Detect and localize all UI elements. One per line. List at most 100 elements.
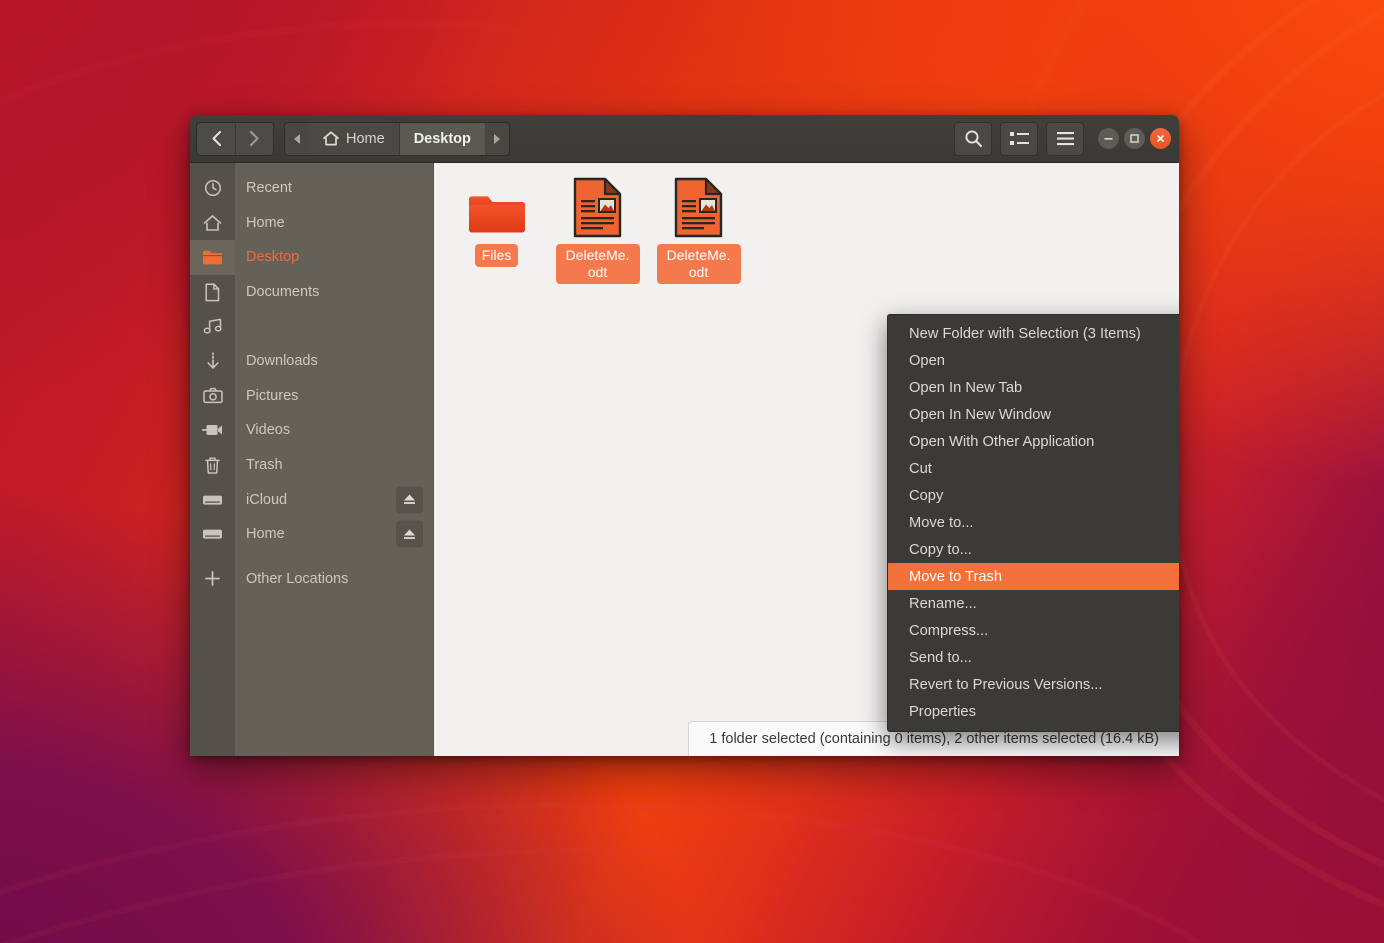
sidebar-item-label: Desktop <box>235 249 299 265</box>
maximize-button[interactable] <box>1124 128 1145 149</box>
sidebar-item-home-drive[interactable]: Home <box>190 517 433 552</box>
menu-item-open[interactable]: Open Return <box>888 347 1179 374</box>
music-icon <box>190 318 235 335</box>
list-view-icon <box>1010 131 1029 146</box>
video-icon <box>190 423 235 437</box>
eject-button-icloud[interactable] <box>396 486 423 513</box>
menu-item-compress[interactable]: Compress... <box>888 617 1179 644</box>
sidebar-item-trash[interactable]: Trash <box>190 448 433 483</box>
sidebar-item-other-locations[interactable]: Other Locations <box>190 562 433 597</box>
file-manager-window: Home Desktop <box>190 115 1179 756</box>
file-item-label: Files <box>475 244 519 267</box>
folder-icon <box>190 249 235 266</box>
header-left-group: Home Desktop <box>196 122 510 156</box>
download-icon <box>190 352 235 371</box>
hamburger-icon <box>1056 131 1075 146</box>
file-item-files-folder[interactable]: Files <box>454 177 539 284</box>
breadcrumb-scroll-left-button[interactable] <box>285 123 309 155</box>
breadcrumb-label: Desktop <box>414 131 471 147</box>
menu-item-label: Copy to... <box>909 542 972 558</box>
document-icon <box>190 283 235 302</box>
menu-item-open-with-other-application[interactable]: Open With Other Application <box>888 428 1179 455</box>
odt-file-icon <box>572 177 624 239</box>
home-icon <box>323 131 339 146</box>
eject-icon <box>402 493 417 507</box>
clock-icon <box>190 179 235 197</box>
sidebar-item-music[interactable] <box>190 309 433 344</box>
header-right-group <box>954 122 1171 156</box>
menu-item-label: Send to... <box>909 650 972 666</box>
sidebar-item-label: Other Locations <box>235 571 348 587</box>
maximize-icon <box>1129 133 1140 144</box>
menu-item-new-folder-with-selection[interactable]: New Folder with Selection (3 Items) <box>888 320 1179 347</box>
menu-item-rename[interactable]: Rename... F2 <box>888 590 1179 617</box>
minimize-button[interactable] <box>1098 128 1119 149</box>
close-icon <box>1155 133 1166 144</box>
sidebar-item-icloud[interactable]: iCloud <box>190 482 433 517</box>
sidebar-item-documents[interactable]: Documents <box>190 275 433 310</box>
menu-item-move-to[interactable]: Move to... <box>888 509 1179 536</box>
menu-item-label: New Folder with Selection (3 Items) <box>909 326 1141 342</box>
breadcrumb: Home Desktop <box>284 122 510 156</box>
sidebar-item-home[interactable]: Home <box>190 206 433 241</box>
drive-icon <box>190 493 235 507</box>
plus-icon <box>190 570 235 587</box>
breadcrumb-item-home[interactable]: Home <box>309 123 400 155</box>
menu-item-label: Open In New Tab <box>909 380 1022 396</box>
menu-item-label: Compress... <box>909 623 988 639</box>
eject-button-home-drive[interactable] <box>396 521 423 548</box>
menu-item-revert-to-previous-versions[interactable]: Revert to Previous Versions... <box>888 671 1179 698</box>
context-menu: New Folder with Selection (3 Items) Open… <box>887 314 1179 732</box>
trash-icon <box>190 456 235 475</box>
drive-icon <box>190 527 235 541</box>
sidebar-item-label: Recent <box>235 180 292 196</box>
sidebar-item-label: Videos <box>235 422 290 438</box>
menu-item-label: Move to Trash <box>909 569 1002 585</box>
menu-item-move-to-trash[interactable]: Move to Trash Delete <box>888 563 1179 590</box>
chevron-right-icon <box>248 130 261 147</box>
breadcrumb-scroll-right-button[interactable] <box>485 123 509 155</box>
menu-item-label: Cut <box>909 461 932 477</box>
sidebar-item-videos[interactable]: Videos <box>190 413 433 448</box>
status-text: 1 folder selected (containing 0 items), … <box>709 731 1159 747</box>
folder-icon <box>467 177 527 239</box>
window-header-bar: Home Desktop <box>190 115 1179 163</box>
file-item-deleteme-2[interactable]: DeleteMe.odt <box>656 177 741 284</box>
sidebar-item-pictures[interactable]: Pictures <box>190 379 433 414</box>
menu-item-open-in-new-tab[interactable]: Open In New Tab Ctrl+Return <box>888 374 1179 401</box>
close-button[interactable] <box>1150 128 1171 149</box>
file-item-deleteme-1[interactable]: DeleteMe.odt <box>555 177 640 284</box>
window-controls <box>1098 128 1171 149</box>
file-item-label: DeleteMe.odt <box>657 244 741 284</box>
sidebar-item-label: Home <box>235 215 285 231</box>
sidebar-item-desktop[interactable]: Desktop <box>190 240 433 275</box>
chevron-left-icon <box>210 130 223 147</box>
menu-item-open-in-new-window[interactable]: Open In New Window Shift+Return <box>888 401 1179 428</box>
menu-item-properties[interactable]: Properties Ctrl+I <box>888 698 1179 725</box>
breadcrumb-label: Home <box>346 131 385 147</box>
search-button[interactable] <box>954 122 992 156</box>
menu-item-copy[interactable]: Copy Ctrl+C <box>888 482 1179 509</box>
sidebar-item-label: Home <box>235 526 285 542</box>
menu-item-label: Properties <box>909 704 976 720</box>
menu-item-label: Rename... <box>909 596 977 612</box>
forward-button[interactable] <box>235 123 273 155</box>
menu-item-cut[interactable]: Cut Ctrl+X <box>888 455 1179 482</box>
sidebar-item-downloads[interactable]: Downloads <box>190 344 433 379</box>
sidebar-item-label: Documents <box>235 284 319 300</box>
menu-item-send-to[interactable]: Send to... <box>888 644 1179 671</box>
home-icon <box>190 214 235 232</box>
breadcrumb-item-desktop[interactable]: Desktop <box>400 123 485 155</box>
navigation-button-group <box>196 122 274 156</box>
eject-icon <box>402 527 417 541</box>
minimize-icon <box>1103 133 1114 144</box>
menu-item-label: Open With Other Application <box>909 434 1094 450</box>
menu-item-copy-to[interactable]: Copy to... <box>888 536 1179 563</box>
sidebar-item-recent[interactable]: Recent <box>190 171 433 206</box>
main-menu-button[interactable] <box>1046 122 1084 156</box>
sidebar-item-label: Trash <box>235 457 283 473</box>
sidebar-item-label: Pictures <box>235 388 298 404</box>
view-options-button[interactable] <box>1000 122 1038 156</box>
sidebar-filler <box>190 596 433 756</box>
back-button[interactable] <box>197 123 235 155</box>
